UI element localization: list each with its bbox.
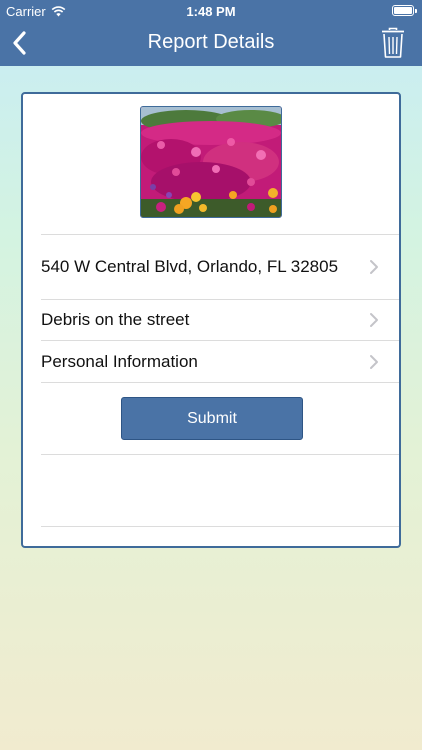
- divider: [41, 454, 399, 455]
- page-title: Report Details: [147, 31, 275, 53]
- flower-photo-image: [141, 107, 281, 217]
- delete-button[interactable]: [380, 27, 406, 59]
- category-label: Debris on the street: [41, 310, 190, 329]
- personal-information-label: Personal Information: [41, 352, 198, 371]
- personal-information-row[interactable]: Personal Information: [41, 340, 399, 383]
- back-button[interactable]: [6, 28, 36, 58]
- battery-icon: [392, 5, 417, 16]
- category-row[interactable]: Debris on the street: [41, 299, 399, 340]
- chevron-left-icon: [13, 31, 26, 55]
- chevron-right-icon: [370, 313, 378, 327]
- chevron-right-icon: [370, 355, 378, 369]
- status-bar: Carrier 1:48 PM: [0, 0, 422, 22]
- address-label: 540 W Central Blvd, Orlando, FL 32805: [41, 257, 339, 276]
- submit-button[interactable]: Submit: [121, 397, 303, 440]
- address-row[interactable]: 540 W Central Blvd, Orlando, FL 32805: [41, 234, 399, 299]
- divider: [41, 526, 399, 527]
- report-photo[interactable]: [140, 106, 282, 218]
- chevron-right-icon: [370, 260, 378, 274]
- clock: 1:48 PM: [186, 4, 236, 19]
- navigation-bar: Carrier 1:48 PM Report Details: [0, 0, 422, 66]
- trash-icon: [382, 27, 404, 58]
- divider: [41, 382, 399, 383]
- report-card: 540 W Central Blvd, Orlando, FL 32805 De…: [21, 92, 401, 548]
